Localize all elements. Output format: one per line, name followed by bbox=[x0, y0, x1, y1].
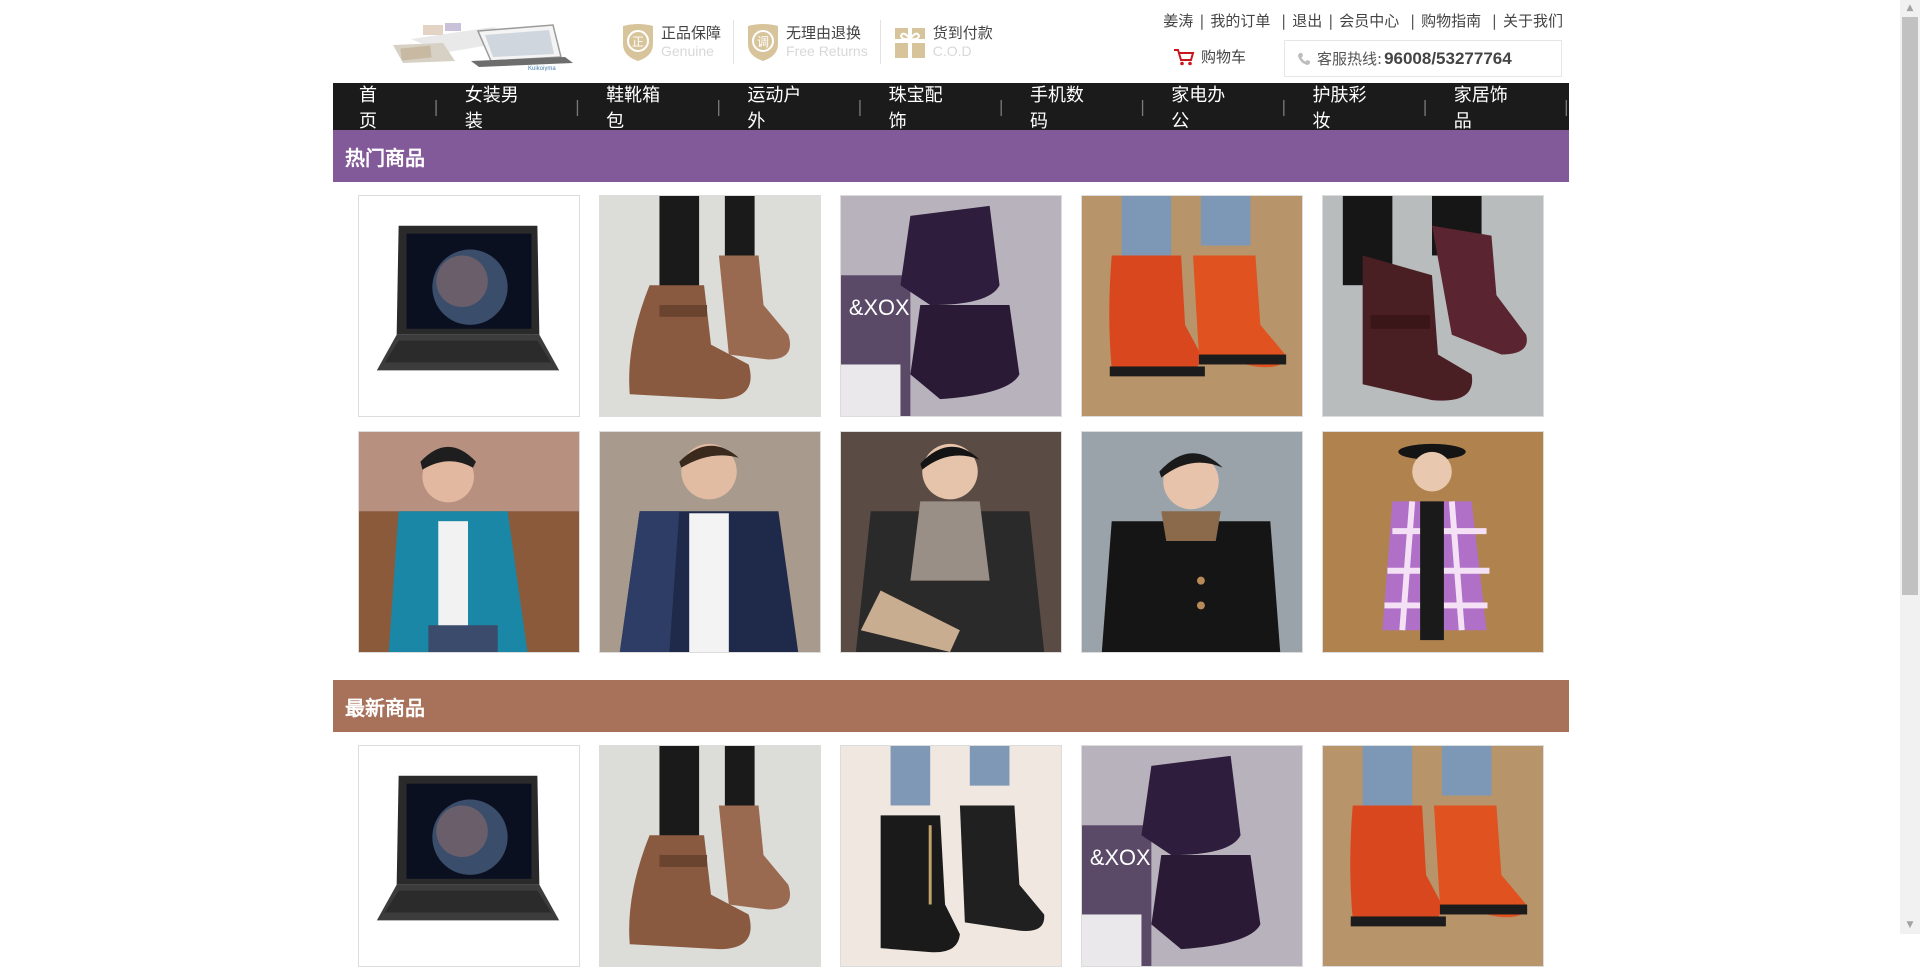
latest-products-header: 最新商品 bbox=[333, 680, 1569, 732]
black-hoodie-man-image bbox=[1082, 432, 1302, 652]
nav-item[interactable]: 运动户外 | bbox=[721, 81, 862, 133]
product-card[interactable] bbox=[599, 431, 821, 653]
returns-badge-icon: 调 bbox=[748, 24, 779, 61]
scrollbar-thumb[interactable] bbox=[1902, 17, 1918, 595]
product-card[interactable] bbox=[358, 195, 580, 417]
purple-suede-boots-image: &XOX bbox=[841, 196, 1061, 416]
nav-item-label: 手机数码 bbox=[1029, 84, 1084, 132]
nav-item[interactable]: 手机数码 | bbox=[1004, 81, 1145, 133]
link-shopping-guide[interactable]: 购物指南 bbox=[1421, 12, 1481, 30]
scroll-down-icon[interactable]: ▼ bbox=[1900, 917, 1920, 934]
black-ankle-boot-image bbox=[841, 746, 1061, 966]
navy-quilted-jacket-man-image bbox=[600, 432, 820, 652]
nav-item-label: 家居饰品 bbox=[1453, 84, 1508, 132]
promise-title: 正品保障 bbox=[661, 24, 722, 42]
nav-item-label: 首页 bbox=[359, 84, 377, 132]
svg-text:正: 正 bbox=[632, 35, 644, 49]
section-title: 热门商品 bbox=[345, 145, 425, 170]
laptop-image bbox=[359, 196, 579, 416]
product-card[interactable] bbox=[1081, 431, 1303, 653]
page-scrollbar[interactable]: ▲ ▼ bbox=[1900, 0, 1920, 934]
nav-divider: | bbox=[1563, 97, 1570, 116]
nav-item-label: 女装男装 bbox=[464, 84, 519, 132]
product-card[interactable] bbox=[599, 195, 821, 417]
link-about-us[interactable]: 关于我们 bbox=[1503, 12, 1563, 30]
teal-jacket-man-image bbox=[359, 432, 579, 652]
site-logo[interactable]: Kuikoiyma bbox=[383, 17, 578, 72]
nav-item[interactable]: 女装男装 | bbox=[439, 81, 580, 133]
section-title: 最新商品 bbox=[345, 695, 425, 720]
laptop-image bbox=[359, 746, 579, 966]
gift-icon bbox=[894, 28, 925, 58]
promise-genuine: 正 正品保障 Genuine bbox=[609, 20, 735, 64]
svg-text:&XOX: &XOX bbox=[849, 295, 910, 320]
latest-products-grid: &XOX bbox=[333, 732, 1569, 967]
link-username[interactable]: 姜涛 bbox=[1163, 12, 1193, 30]
brown-buckle-boot-image bbox=[600, 746, 820, 966]
link-logout[interactable]: 退出 bbox=[1292, 12, 1322, 30]
promise-cod: 货到付款 C.O.D bbox=[881, 20, 1005, 64]
burgundy-buckle-boot-image bbox=[1323, 196, 1543, 416]
scroll-up-icon[interactable]: ▲ bbox=[1900, 0, 1920, 17]
promise-returns: 调 无理由退换 Free Returns bbox=[734, 20, 881, 64]
svg-text:Kuikoiyma: Kuikoiyma bbox=[528, 66, 556, 71]
promise-subtitle: Free Returns bbox=[786, 43, 868, 59]
promise-subtitle: Genuine bbox=[661, 43, 714, 59]
product-card[interactable]: &XOX bbox=[840, 195, 1062, 417]
hotline-label: 客服热线: bbox=[1317, 50, 1383, 68]
nav-item[interactable]: 珠宝配饰 | bbox=[863, 81, 1004, 133]
cart-link[interactable]: 购物车 bbox=[1173, 46, 1246, 67]
product-card[interactable] bbox=[1081, 195, 1303, 417]
brown-buckle-boot-image bbox=[600, 196, 820, 416]
nav-item[interactable]: 家电办公 | bbox=[1145, 81, 1286, 133]
genuine-badge-icon: 正 bbox=[623, 24, 653, 61]
phone-icon bbox=[1298, 52, 1310, 65]
nav-item[interactable]: 家居饰品 | bbox=[1428, 81, 1569, 133]
nav-item-label: 家电办公 bbox=[1171, 84, 1226, 132]
product-card[interactable] bbox=[840, 431, 1062, 653]
nav-item-label: 珠宝配饰 bbox=[888, 84, 943, 132]
nav-item[interactable]: 鞋靴箱包 | bbox=[580, 81, 721, 133]
link-member-center[interactable]: 会员中心 bbox=[1339, 12, 1399, 30]
link-my-orders[interactable]: 我的订单 bbox=[1210, 12, 1270, 30]
promise-title: 无理由退换 bbox=[786, 24, 862, 42]
orange-suede-boot-image bbox=[1323, 746, 1543, 966]
product-card[interactable] bbox=[1322, 431, 1544, 653]
orange-suede-boot-image bbox=[1082, 196, 1302, 416]
scarf-leather-jacket-man-image bbox=[841, 432, 1061, 652]
main-nav: 首页 | 女装男装 | 鞋靴箱包 | 运动户外 | 珠宝配饰 | 手机数码 | 家电办公 | 护肤彩妆 | 家居… bbox=[333, 81, 1569, 133]
nav-item[interactable]: 护肤彩妆 | bbox=[1287, 81, 1428, 133]
svg-text:调: 调 bbox=[757, 35, 769, 49]
nav-item-label: 鞋靴箱包 bbox=[606, 84, 661, 132]
service-promises: 正 正品保障 Genuine 调 无理由退换 Free Returns 货到付款… bbox=[609, 20, 1005, 64]
hotline-number: 96008/53277764 bbox=[1384, 48, 1512, 68]
product-card[interactable] bbox=[358, 431, 580, 653]
cart-label: 购物车 bbox=[1201, 48, 1247, 66]
promise-subtitle: C.O.D bbox=[932, 43, 972, 59]
nav-item-label: 护肤彩妆 bbox=[1312, 84, 1367, 132]
plaid-coat-woman-image bbox=[1323, 432, 1543, 652]
purple-suede-boots-image: &XOX bbox=[1082, 746, 1302, 966]
top-links: 姜涛 | 我的订单 | 退出 | 会员中心 | 购物指南 | 关于我们 bbox=[1163, 12, 1563, 30]
hot-products-grid: &XOX bbox=[333, 182, 1569, 653]
svg-text:&XOX: &XOX bbox=[1090, 845, 1151, 870]
site-header: Kuikoiyma 正 正品保障 Genuine 调 无理由退换 Free Re… bbox=[333, 0, 1569, 83]
promise-title: 货到付款 bbox=[932, 24, 993, 42]
customer-hotline: 客服热线: 96008/53277764 bbox=[1284, 40, 1562, 77]
cart-icon bbox=[1174, 48, 1195, 65]
nav-item[interactable]: 首页 | bbox=[333, 81, 439, 133]
hot-products-header: 热门商品 bbox=[333, 130, 1569, 182]
nav-item-label: 运动户外 bbox=[747, 84, 802, 132]
page-container: Kuikoiyma 正 正品保障 Genuine 调 无理由退换 Free Re… bbox=[333, 0, 1569, 967]
product-card[interactable] bbox=[1322, 195, 1544, 417]
